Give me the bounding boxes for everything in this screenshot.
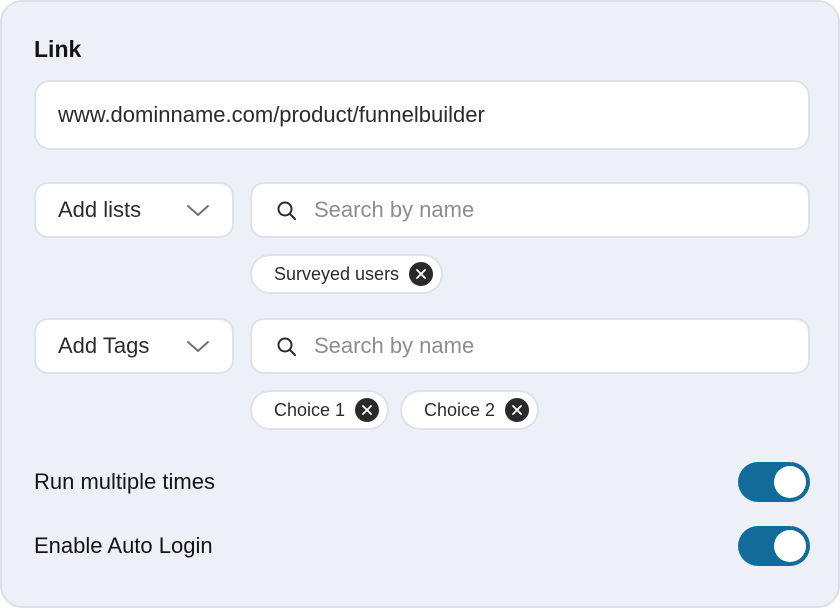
remove-list-chip-button[interactable] [409,262,434,286]
tag-chip-label: Choice 1 [274,399,346,420]
enable-auto-login-toggle[interactable] [738,526,810,566]
lists-search-input[interactable] [314,194,784,226]
link-url-value: www.dominname.com/product/funnelbuilder [58,102,485,127]
search-icon [277,337,296,356]
run-multiple-times-label: Run multiple times [34,469,215,494]
enable-auto-login-label: Enable Auto Login [34,533,213,558]
close-icon [362,405,372,415]
toggle-knob [774,530,806,562]
toggle-knob [774,466,806,498]
run-multiple-times-toggle[interactable] [738,462,810,502]
lists-search-box[interactable] [250,182,810,238]
close-icon [512,405,522,415]
tag-chip-label: Choice 2 [424,399,496,420]
add-tags-label: Add Tags [58,333,150,358]
list-chip-label: Surveyed users [274,263,400,284]
link-url-field[interactable]: www.dominname.com/product/funnelbuilder [34,80,810,150]
remove-tag-chip-button[interactable] [505,398,530,422]
tags-search-box[interactable] [250,318,810,374]
chevron-down-icon [187,341,209,352]
tag-chip: Choice 1 [250,390,390,430]
tags-search-input[interactable] [314,330,784,362]
section-title: Link [34,36,82,62]
tag-chip: Choice 2 [400,390,540,430]
search-icon [277,201,296,220]
add-tags-dropdown[interactable]: Add Tags [34,318,234,374]
add-lists-dropdown[interactable]: Add lists [34,182,234,238]
close-icon [416,269,426,279]
chevron-down-icon [187,205,209,216]
link-settings-panel: Link www.dominname.com/product/funnelbui… [0,0,840,608]
list-chip: Surveyed users [250,254,444,294]
remove-tag-chip-button[interactable] [355,398,380,422]
add-lists-label: Add lists [58,197,142,222]
